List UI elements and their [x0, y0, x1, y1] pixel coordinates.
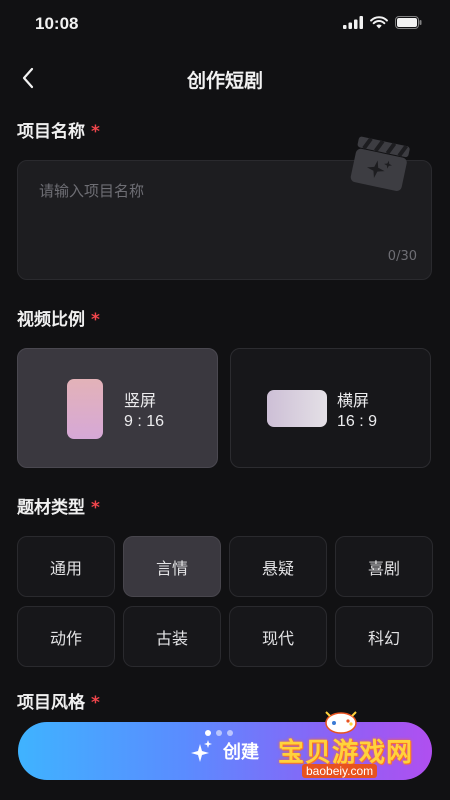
page-dot: [205, 730, 211, 736]
status-bar: 10:08: [0, 0, 450, 48]
genre-chip[interactable]: 悬疑: [229, 536, 327, 597]
page-indicator: [205, 730, 233, 736]
create-button-label: 创建: [223, 742, 259, 763]
sparkle-icon: [191, 740, 212, 762]
genre-chip[interactable]: 动作: [17, 606, 115, 667]
video-ratio-label-text: 视频比例: [17, 310, 85, 330]
required-mark: *: [91, 693, 100, 713]
video-ratio-label: 视频比例 *: [17, 305, 100, 330]
ratio-option-value: 9 : 16: [124, 413, 165, 430]
page-dot: [216, 730, 222, 736]
page-title: 创作短剧: [186, 70, 263, 92]
nav-bar: 创作短剧: [0, 56, 450, 100]
genre-label: 题材类型 *: [17, 493, 100, 518]
signal-icon: [343, 16, 363, 29]
genre-chip[interactable]: 言情: [123, 536, 221, 597]
clapperboard-icon: [350, 136, 410, 191]
ratio-option-portrait[interactable]: 竖屏 9 : 16: [17, 348, 218, 468]
watermark: 宝贝游戏网 baobeiy.com: [274, 708, 444, 784]
status-time: 10:08: [35, 14, 79, 33]
genre-label-text: 题材类型: [17, 498, 85, 518]
genre-chip[interactable]: 古装: [123, 606, 221, 667]
landscape-preview: [267, 390, 327, 427]
portrait-preview: [67, 379, 103, 439]
genre-chip[interactable]: 通用: [17, 536, 115, 597]
page-dot: [227, 730, 233, 736]
genre-chip[interactable]: 现代: [229, 606, 327, 667]
battery-icon: [395, 16, 422, 29]
wifi-icon: [370, 16, 388, 29]
required-mark: *: [91, 310, 100, 330]
genre-chip[interactable]: 科幻: [335, 606, 433, 667]
watermark-url: baobeiy.com: [302, 764, 378, 778]
ratio-option-value: 16 : 9: [337, 413, 378, 430]
ratio-option-name: 竖屏: [124, 391, 157, 410]
ratio-option-name: 横屏: [337, 391, 370, 410]
required-mark: *: [91, 498, 100, 518]
status-icons: [343, 16, 422, 29]
required-mark: *: [91, 122, 100, 142]
project-style-label: 项目风格 *: [17, 688, 100, 713]
project-name-placeholder: 请输入项目名称: [39, 182, 145, 200]
gamepad-mascot-icon: [325, 711, 357, 734]
ratio-option-landscape[interactable]: 横屏 16 : 9: [230, 348, 431, 468]
project-style-label-text: 项目风格: [17, 693, 85, 713]
project-name-label-text: 项目名称: [17, 122, 85, 142]
project-name-label: 项目名称 *: [17, 117, 100, 142]
char-counter: 0/30: [387, 249, 417, 264]
genre-chip[interactable]: 喜剧: [335, 536, 433, 597]
